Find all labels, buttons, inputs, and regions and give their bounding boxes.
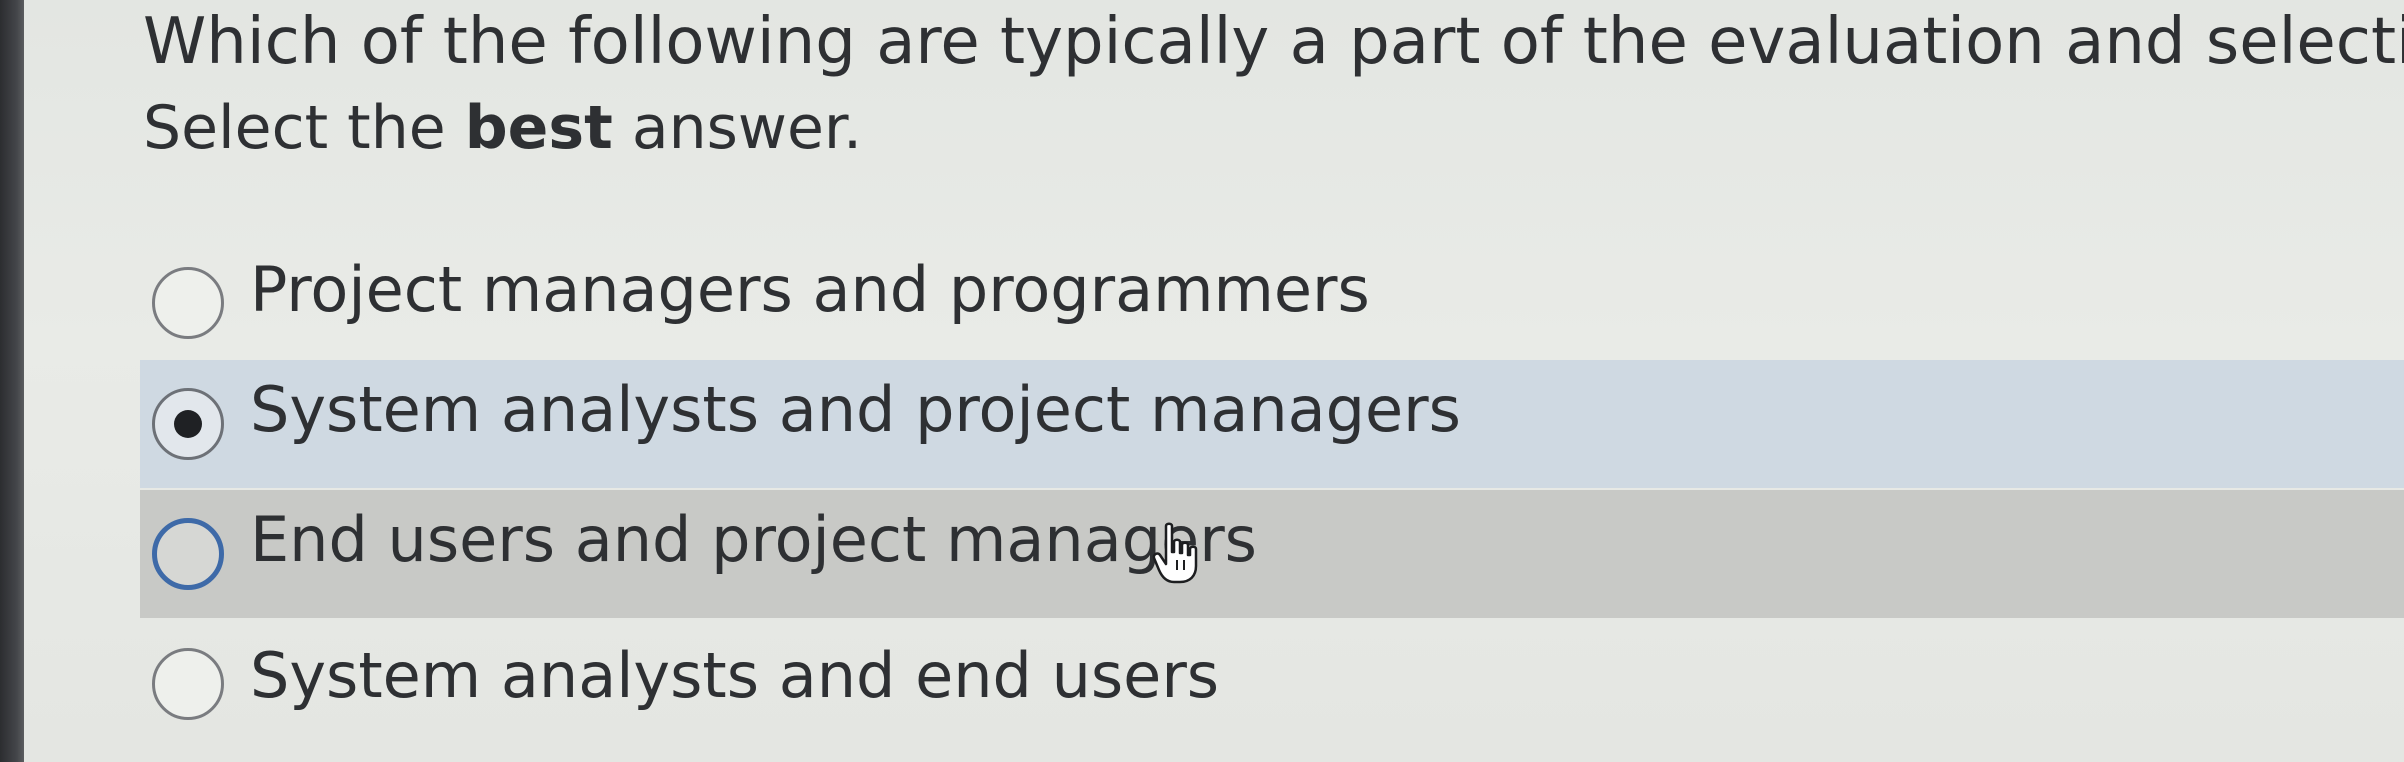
quiz-screen: Which of the following are typically a p… <box>0 0 2404 762</box>
answer-option-label: End users and project managers <box>250 503 1257 576</box>
answer-option-1[interactable]: Project managers and programmers <box>140 239 2404 367</box>
answer-option-label: Project managers and programmers <box>250 253 1370 326</box>
answer-option-label: System analysts and end users <box>250 639 1220 712</box>
radio-button-selected-icon[interactable] <box>152 388 224 460</box>
hand-pointer-icon <box>1152 522 1198 584</box>
answer-option-3[interactable]: End users and project managers <box>140 490 2404 618</box>
screen-bezel <box>0 0 24 762</box>
answer-options: Project managers and programmers System … <box>140 0 2404 762</box>
radio-dot-icon <box>174 410 202 438</box>
answer-option-2[interactable]: System analysts and project managers <box>140 360 2404 488</box>
radio-button-focused-icon[interactable] <box>152 518 224 590</box>
radio-button-icon[interactable] <box>152 648 224 720</box>
answer-option-4[interactable]: System analysts and end users <box>140 620 2404 748</box>
answer-option-label: System analysts and project managers <box>250 373 1461 446</box>
radio-button-icon[interactable] <box>152 267 224 339</box>
